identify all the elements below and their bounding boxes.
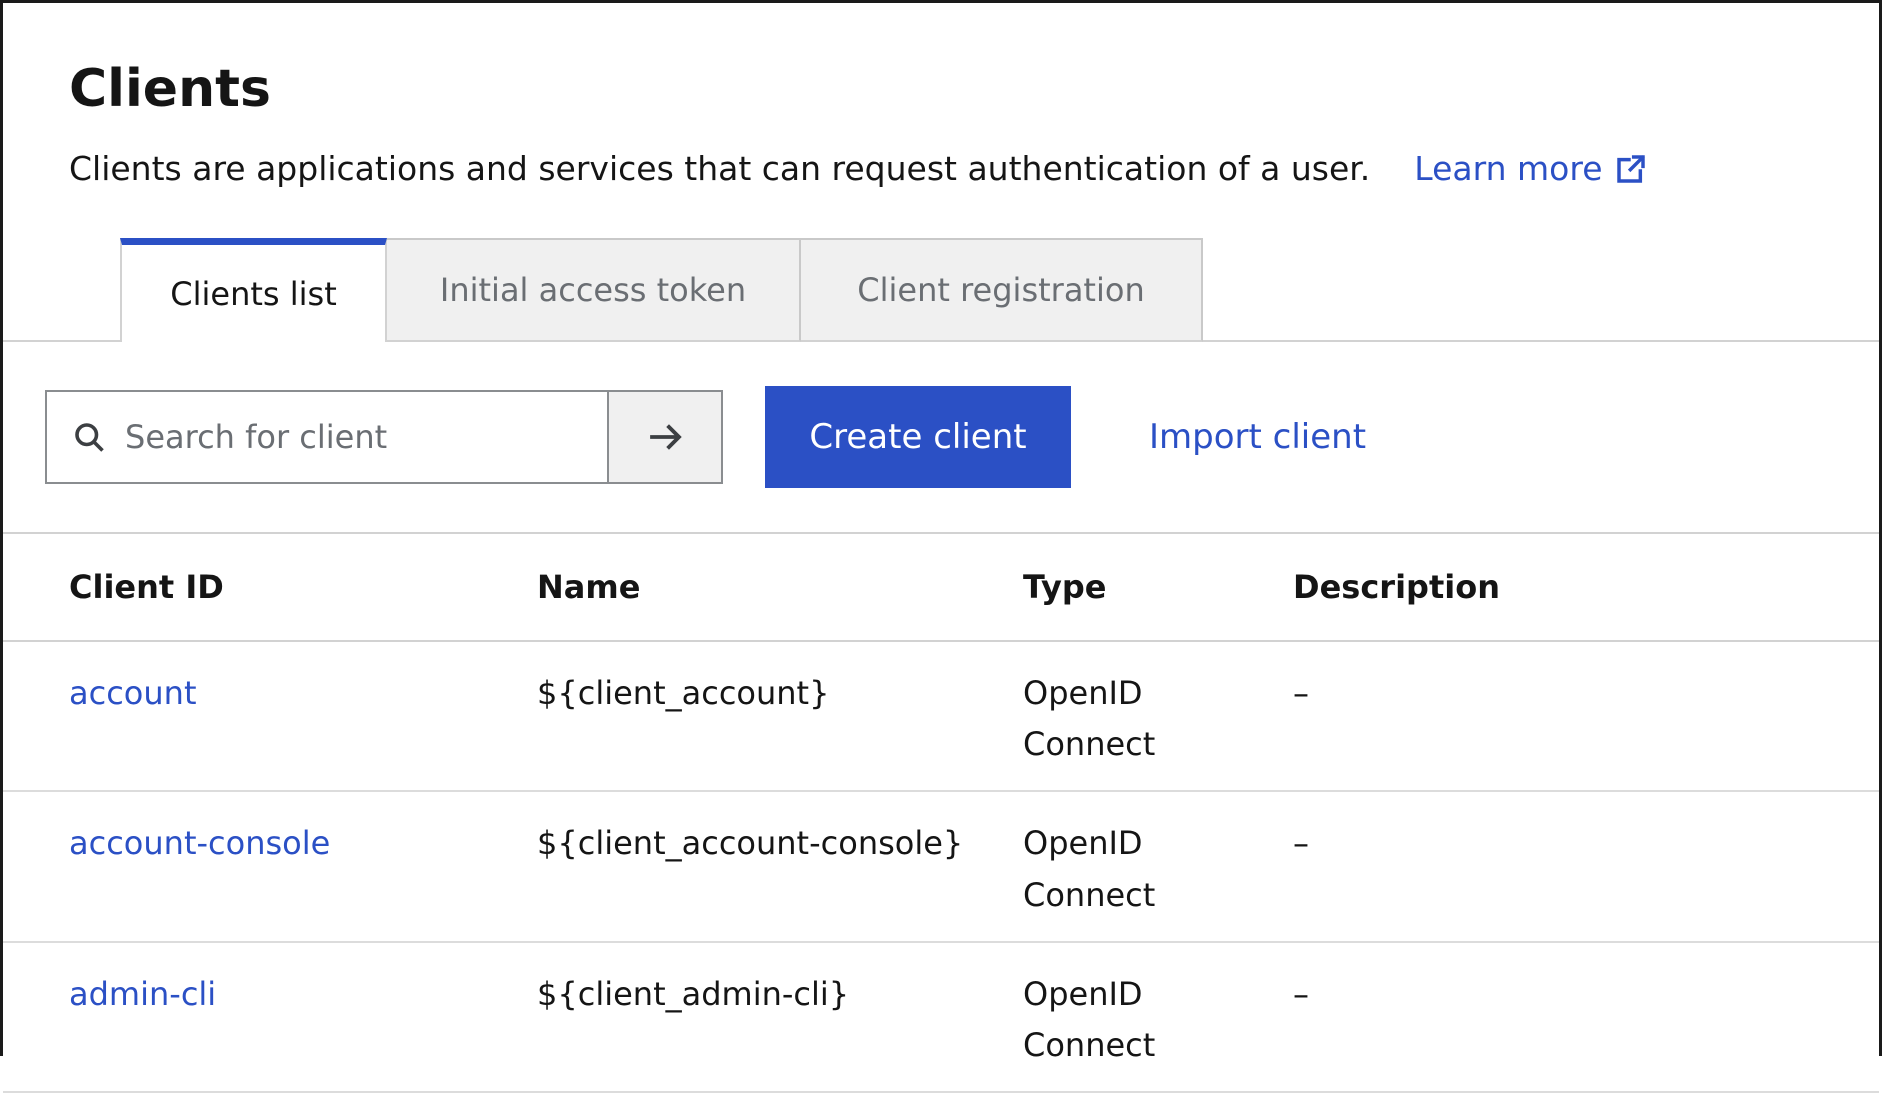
table-row: account ${client_account} OpenID Connect… [3,642,1879,792]
import-client-link[interactable]: Import client [1149,417,1366,457]
column-header-client-id: Client ID [69,568,537,606]
client-id-link[interactable]: account-console [69,824,330,862]
page-title: Clients [69,59,1813,119]
page-description-row: Clients are applications and services th… [69,149,1813,188]
learn-more-link[interactable]: Learn more [1414,149,1646,188]
arrow-right-icon [644,416,686,458]
page-header: Clients Clients are applications and ser… [3,3,1879,188]
client-id-link[interactable]: account [69,674,196,712]
column-header-description: Description [1293,568,1879,606]
client-name-cell: ${client_account} [537,668,1023,719]
search-icon [71,419,107,455]
client-description-cell: – [1293,969,1879,1020]
client-search [45,390,723,484]
table-row: admin-cli ${client_admin-cli} OpenID Con… [3,943,1879,1093]
external-link-icon [1615,153,1647,185]
client-name-cell: ${client_admin-cli} [537,969,1023,1020]
search-input-box [45,390,609,484]
table-row: account-console ${client_account-console… [3,792,1879,942]
tab-initial-access-token-label: Initial access token [440,271,746,309]
create-client-button[interactable]: Create client [765,386,1071,488]
tab-client-registration-label: Client registration [857,271,1144,309]
client-description-cell: – [1293,668,1879,719]
tab-clients-list[interactable]: Clients list [120,238,387,342]
tab-client-registration[interactable]: Client registration [801,238,1203,342]
client-type-cell: OpenID Connect [1023,818,1293,920]
tab-clients-list-label: Clients list [170,275,336,313]
tabs-left-spacer [3,238,120,342]
client-type-cell: OpenID Connect [1023,668,1293,770]
column-header-name: Name [537,568,1023,606]
learn-more-label: Learn more [1414,149,1602,188]
app-window: Clients Clients are applications and ser… [0,0,1882,1056]
client-description-cell: – [1293,818,1879,869]
clients-tabs: Clients list Initial access token Client… [3,238,1879,342]
client-id-cell: account-console [69,818,537,869]
clients-toolbar: Create client Import client [3,342,1879,534]
tab-initial-access-token[interactable]: Initial access token [387,238,801,342]
client-id-cell: admin-cli [69,969,537,1020]
clients-table: Client ID Name Type Description account … [3,534,1879,1093]
client-id-link[interactable]: admin-cli [69,975,216,1013]
table-header-row: Client ID Name Type Description [3,534,1879,642]
client-id-cell: account [69,668,537,719]
search-input[interactable] [107,417,591,457]
tabs-right-spacer [1203,238,1879,342]
column-header-type: Type [1023,568,1293,606]
search-submit-button[interactable] [609,390,723,484]
client-name-cell: ${client_account-console} [537,818,1023,869]
page-description: Clients are applications and services th… [69,149,1370,188]
